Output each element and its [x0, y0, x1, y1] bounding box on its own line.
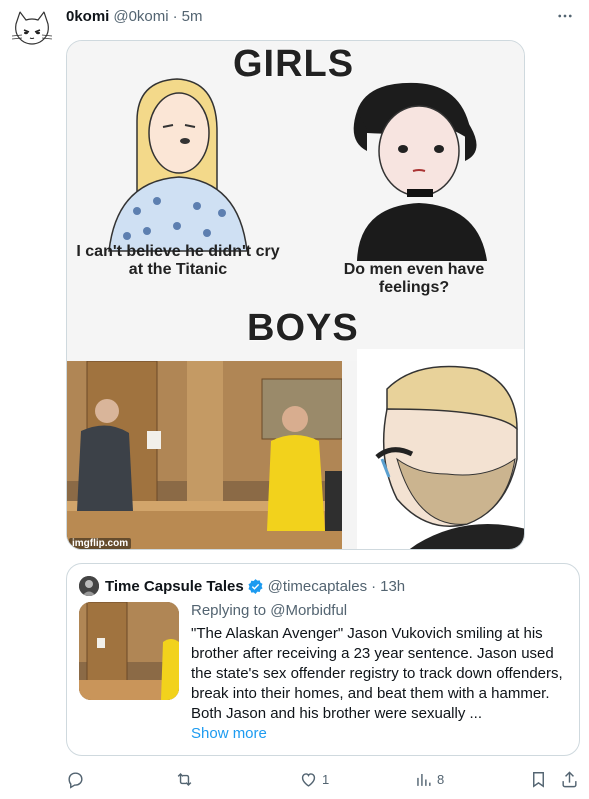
bookmark-icon — [533, 771, 544, 788]
bookmark-button[interactable] — [529, 768, 548, 790]
heart-icon — [301, 772, 316, 787]
views-button[interactable]: 8 — [414, 768, 444, 790]
replying-to-line: Replying to @Morbidful — [191, 602, 347, 619]
like-count: 1 — [322, 771, 330, 787]
reply-icon — [68, 771, 83, 789]
separator: · — [172, 7, 178, 25]
author-avatar[interactable] — [10, 8, 54, 52]
tweet-header: 0komi @0komi · 5m — [66, 6, 202, 26]
replying-to-mention[interactable]: @Morbidful — [270, 602, 347, 619]
quoted-tweet-thumbnail[interactable] — [79, 602, 179, 700]
verified-badge-icon — [247, 578, 264, 595]
meme-heading-bottom: BOYS — [247, 307, 359, 349]
imgflip-watermark: imgflip.com — [69, 538, 132, 549]
share-icon — [562, 770, 577, 787]
quoted-author-avatar[interactable] — [79, 576, 99, 596]
repost-icon — [177, 772, 192, 786]
reply-button[interactable] — [66, 768, 89, 790]
meme-caption-left: I can't believe he didn't cry at the Tit… — [76, 243, 280, 278]
separator: · — [371, 577, 377, 595]
more-options-icon[interactable] — [553, 4, 577, 28]
quoted-tweet[interactable]: Time Capsule Tales @timecaptales · 13h R… — [66, 563, 580, 756]
analytics-icon — [417, 773, 431, 786]
show-more-link[interactable]: Show more — [191, 725, 267, 742]
meme-heading-top: GIRLS — [233, 43, 355, 85]
chad-figure — [357, 349, 524, 549]
quoted-author-handle[interactable]: @timecaptales — [268, 578, 367, 595]
views-count: 8 — [437, 771, 445, 787]
quoted-tweet-time[interactable]: 13h — [380, 578, 405, 595]
meme-caption-right: Do men even have feelings? — [343, 261, 485, 296]
replying-to-prefix: Replying to — [191, 602, 267, 619]
quoted-author-name[interactable]: Time Capsule Tales — [105, 578, 244, 595]
tweet-action-bar: 1 8 — [66, 768, 581, 790]
quoted-tweet-text: "The Alaskan Avenger" Jason Vukovich smi… — [191, 625, 563, 722]
tweet-media-image[interactable]: GIRLS I can't believe he didn't cry at t… — [66, 40, 525, 550]
author-name[interactable]: 0komi — [66, 8, 109, 25]
quoted-tweet-header: Time Capsule Tales @timecaptales · 13h — [105, 576, 405, 596]
courtroom-photo: imgflip.com — [67, 361, 342, 549]
repost-button[interactable] — [175, 768, 198, 790]
share-button[interactable] — [560, 768, 579, 790]
like-button[interactable]: 1 — [299, 768, 329, 790]
author-handle[interactable]: @0komi — [113, 8, 168, 25]
tweet-time[interactable]: 5m — [182, 8, 203, 25]
